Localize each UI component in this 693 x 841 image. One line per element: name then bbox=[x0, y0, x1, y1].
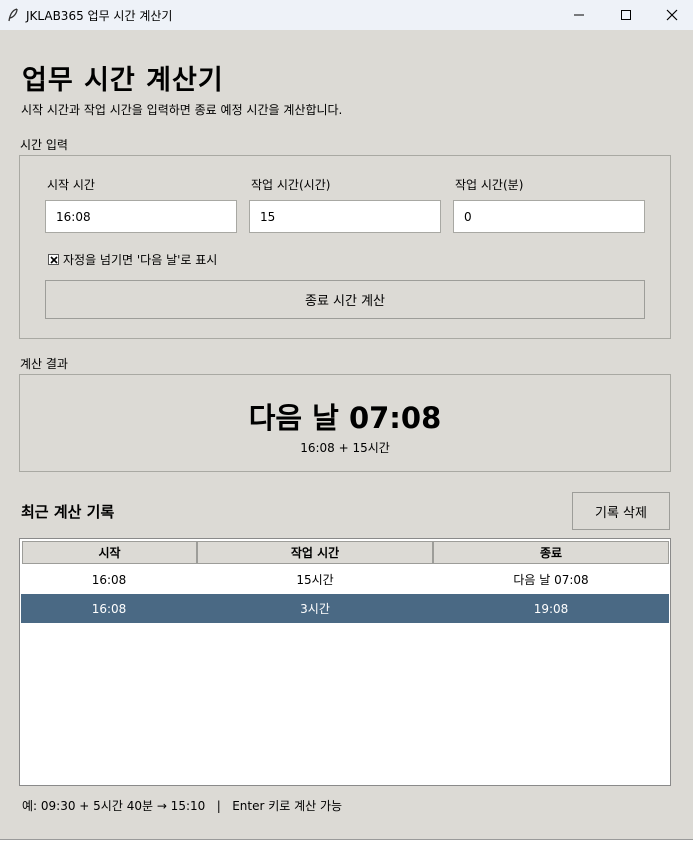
title-bar[interactable]: JKLAB365 업무 시간 계산기 bbox=[0, 0, 693, 30]
page-title: 업무 시간 계산기 bbox=[22, 65, 224, 96]
minimize-icon bbox=[573, 6, 585, 25]
result-section-label: 계산 결과 bbox=[20, 357, 68, 371]
nextday-checkbox-label: 자정을 넘기면 '다음 날'로 표시 bbox=[63, 253, 218, 267]
cell-start: 16:08 bbox=[91, 572, 127, 587]
cell-start: 16:08 bbox=[91, 601, 127, 616]
table-row[interactable]: 16:08 15시간 다음 날 07:08 bbox=[21, 565, 669, 594]
maximize-button[interactable] bbox=[603, 0, 649, 30]
footer-hint: 예: 09:30 + 5시간 40분 → 15:10 | Enter 키로 계산… bbox=[22, 799, 343, 813]
column-header-start[interactable]: 시작 bbox=[22, 541, 197, 564]
history-table: 시작 작업 시간 종료 16:08 15시간 다음 날 07:08 16:08 … bbox=[19, 538, 671, 786]
close-button[interactable] bbox=[649, 0, 693, 30]
input-frame: 시작 시간 작업 시간(시간) 작업 시간(분) 16:08 15 0 자정을 … bbox=[19, 155, 671, 339]
history-title: 최근 계산 기록 bbox=[21, 503, 115, 521]
checkbox-checked-icon[interactable] bbox=[48, 254, 59, 265]
work-hours-label: 작업 시간(시간) bbox=[251, 178, 331, 192]
cell-end: 19:08 bbox=[533, 601, 569, 616]
close-icon bbox=[666, 6, 678, 25]
cell-duration: 15시간 bbox=[296, 573, 334, 587]
work-minutes-label: 작업 시간(분) bbox=[455, 178, 524, 192]
nextday-checkbox[interactable]: 자정을 넘기면 '다음 날'로 표시 bbox=[48, 251, 217, 268]
column-header-end[interactable]: 종료 bbox=[433, 541, 669, 564]
result-end-time: 다음 날 07:08 bbox=[248, 401, 442, 435]
start-time-label: 시작 시간 bbox=[47, 178, 95, 192]
minimize-button[interactable] bbox=[556, 0, 602, 30]
page-subtitle: 시작 시간과 작업 시간을 입력하면 종료 예정 시간을 계산합니다. bbox=[21, 103, 343, 117]
cell-end: 다음 날 07:08 bbox=[513, 573, 589, 587]
cell-duration: 3시간 bbox=[300, 602, 330, 616]
feather-icon bbox=[5, 7, 21, 23]
clear-history-button[interactable]: 기록 삭제 bbox=[572, 492, 670, 530]
column-header-duration[interactable]: 작업 시간 bbox=[197, 541, 433, 564]
app-window: JKLAB365 업무 시간 계산기 업무 시간 계산기 시작 시간과 작업 시… bbox=[0, 0, 693, 840]
maximize-icon bbox=[620, 6, 632, 25]
result-detail: 16:08 + 15시간 bbox=[300, 441, 390, 455]
work-minutes-input[interactable]: 0 bbox=[453, 200, 645, 233]
work-hours-input[interactable]: 15 bbox=[249, 200, 441, 233]
calculate-button[interactable]: 종료 시간 계산 bbox=[45, 280, 645, 319]
table-row-selected[interactable]: 16:08 3시간 19:08 bbox=[21, 594, 669, 623]
result-frame: 다음 날 07:08 16:08 + 15시간 bbox=[19, 374, 671, 472]
start-time-input[interactable]: 16:08 bbox=[45, 200, 237, 233]
window-title: JKLAB365 업무 시간 계산기 bbox=[26, 8, 173, 23]
input-section-label: 시간 입력 bbox=[20, 138, 68, 152]
